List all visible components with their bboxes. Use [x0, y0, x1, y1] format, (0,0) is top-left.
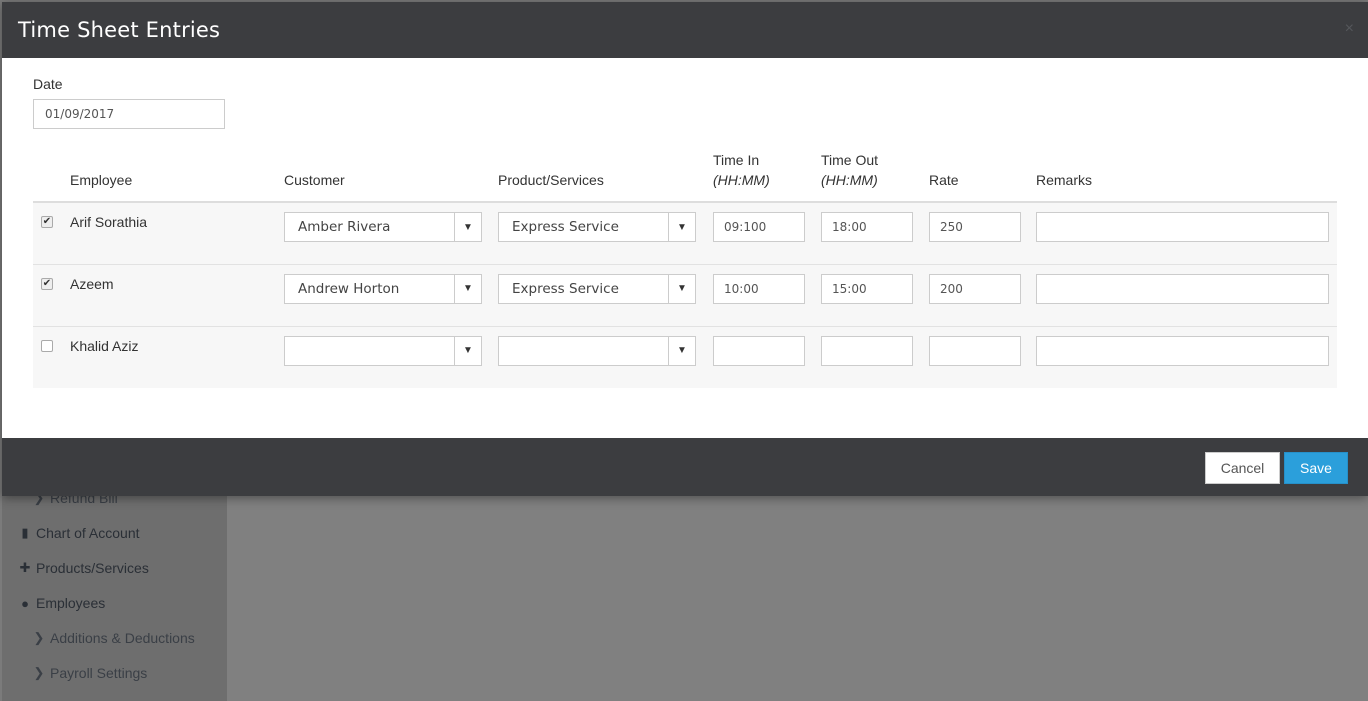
- user-icon: ●: [21, 595, 29, 611]
- time-in-input[interactable]: 09:100: [713, 212, 805, 242]
- header-employee: Employee: [70, 172, 133, 188]
- header-time-out-label: Time Out: [821, 152, 879, 168]
- sidebar-item-additions-deductions[interactable]: ❯ Additions & Deductions: [32, 630, 195, 646]
- rate-input[interactable]: 250: [929, 212, 1021, 242]
- row-checkbox[interactable]: ✔: [41, 277, 53, 290]
- sidebar-item-label: Products/Services: [36, 560, 149, 576]
- customer-select-value: Amber Rivera: [298, 219, 391, 235]
- product-select[interactable]: Express Service ▼: [498, 212, 696, 242]
- chevron-right-icon: ❯: [33, 665, 45, 680]
- customer-select[interactable]: Amber Rivera ▼: [284, 212, 482, 242]
- remarks-input[interactable]: [1036, 273, 1329, 304]
- header-time-in-label: Time In: [713, 152, 760, 168]
- date-label: Date: [33, 76, 63, 92]
- remarks-input[interactable]: [1036, 212, 1329, 242]
- remarks-input[interactable]: [1036, 335, 1329, 366]
- table-row: ✔ Arif Sorathia Amber Rivera ▼ Express Se…: [33, 202, 1337, 264]
- header-checkbox-col: [33, 150, 70, 202]
- caret-down-icon[interactable]: ▼: [454, 274, 481, 303]
- customer-select[interactable]: Andrew Horton ▼: [284, 273, 482, 304]
- employee-name: Arif Sorathia: [70, 214, 148, 230]
- customer-select[interactable]: ▼: [284, 335, 482, 366]
- sidebar-item-label: Employees: [36, 595, 106, 611]
- chevron-right-icon: ❯: [33, 630, 45, 645]
- caret-down-icon[interactable]: ▼: [454, 213, 481, 241]
- header-product: Product/Services: [498, 172, 604, 188]
- row-checkbox[interactable]: [41, 339, 53, 352]
- header-time-in-format: (HH:MM): [713, 172, 770, 188]
- sidebar-item-label: Additions & Deductions: [50, 630, 195, 646]
- sidebar-item-label: Payroll Settings: [50, 665, 148, 681]
- gift-icon: ✚: [19, 560, 31, 575]
- product-select-value: Express Service: [512, 280, 619, 297]
- cancel-button[interactable]: Cancel: [1205, 452, 1280, 484]
- sidebar-item-label: Chart of Account: [36, 525, 140, 541]
- close-icon[interactable]: ×: [1345, 20, 1354, 38]
- caret-down-icon[interactable]: ▼: [668, 336, 695, 365]
- caret-down-icon[interactable]: ▼: [668, 274, 695, 303]
- sidebar-item-chart-of-account[interactable]: ▮ Chart of Account: [18, 525, 140, 541]
- rate-input[interactable]: [929, 335, 1021, 366]
- rate-input[interactable]: 200: [929, 273, 1021, 304]
- customer-select-value: Andrew Horton: [298, 280, 400, 297]
- caret-down-icon[interactable]: ▼: [454, 336, 481, 365]
- header-rate: Rate: [929, 172, 959, 188]
- modal-footer: Cancel Save: [2, 438, 1368, 496]
- sidebar-item-payroll-settings[interactable]: ❯ Payroll Settings: [32, 665, 148, 681]
- time-in-input[interactable]: [713, 335, 805, 366]
- header-customer: Customer: [284, 172, 345, 188]
- caret-down-icon[interactable]: ▼: [668, 213, 695, 241]
- product-select[interactable]: Express Service ▼: [498, 273, 696, 304]
- product-select-value: Express Service: [512, 219, 619, 235]
- check-icon: ✔: [42, 216, 52, 227]
- entries-table: Employee Customer Product/Services Time …: [33, 150, 1337, 388]
- time-out-input[interactable]: 18:00: [821, 212, 913, 242]
- table-row: Khalid Aziz ▼ ▼: [33, 326, 1337, 388]
- employee-name: Azeem: [70, 275, 114, 292]
- header-time-in: Time In (HH:MM): [713, 150, 821, 202]
- book-icon: ▮: [21, 525, 29, 540]
- save-button[interactable]: Save: [1284, 452, 1348, 484]
- sidebar-item-employees[interactable]: ● Employees: [18, 595, 105, 611]
- time-sheet-modal: Time Sheet Entries × Date Employee Custo…: [2, 2, 1368, 496]
- sidebar-item-products-services[interactable]: ✚ Products/Services: [18, 560, 149, 576]
- time-in-input[interactable]: 10:00: [713, 273, 805, 304]
- check-icon: ✔: [42, 277, 52, 289]
- date-input[interactable]: [33, 99, 225, 129]
- table-row: ✔ Azeem Andrew Horton ▼ Express Service ▼ …: [33, 264, 1337, 326]
- product-select[interactable]: ▼: [498, 335, 696, 366]
- modal-title: Time Sheet Entries: [18, 18, 221, 42]
- employee-name: Khalid Aziz: [70, 337, 139, 354]
- header-time-out: Time Out (HH:MM): [821, 150, 929, 202]
- time-out-input[interactable]: [821, 335, 913, 366]
- header-time-out-format: (HH:MM): [821, 172, 878, 188]
- table-header-row: Employee Customer Product/Services Time …: [33, 150, 1337, 202]
- modal-header: Time Sheet Entries ×: [2, 2, 1368, 58]
- time-out-input[interactable]: 15:00: [821, 273, 913, 304]
- header-remarks: Remarks: [1036, 172, 1093, 188]
- row-checkbox[interactable]: ✔: [41, 216, 53, 228]
- modal-body: Date Employee Customer Product/Services …: [2, 58, 1368, 438]
